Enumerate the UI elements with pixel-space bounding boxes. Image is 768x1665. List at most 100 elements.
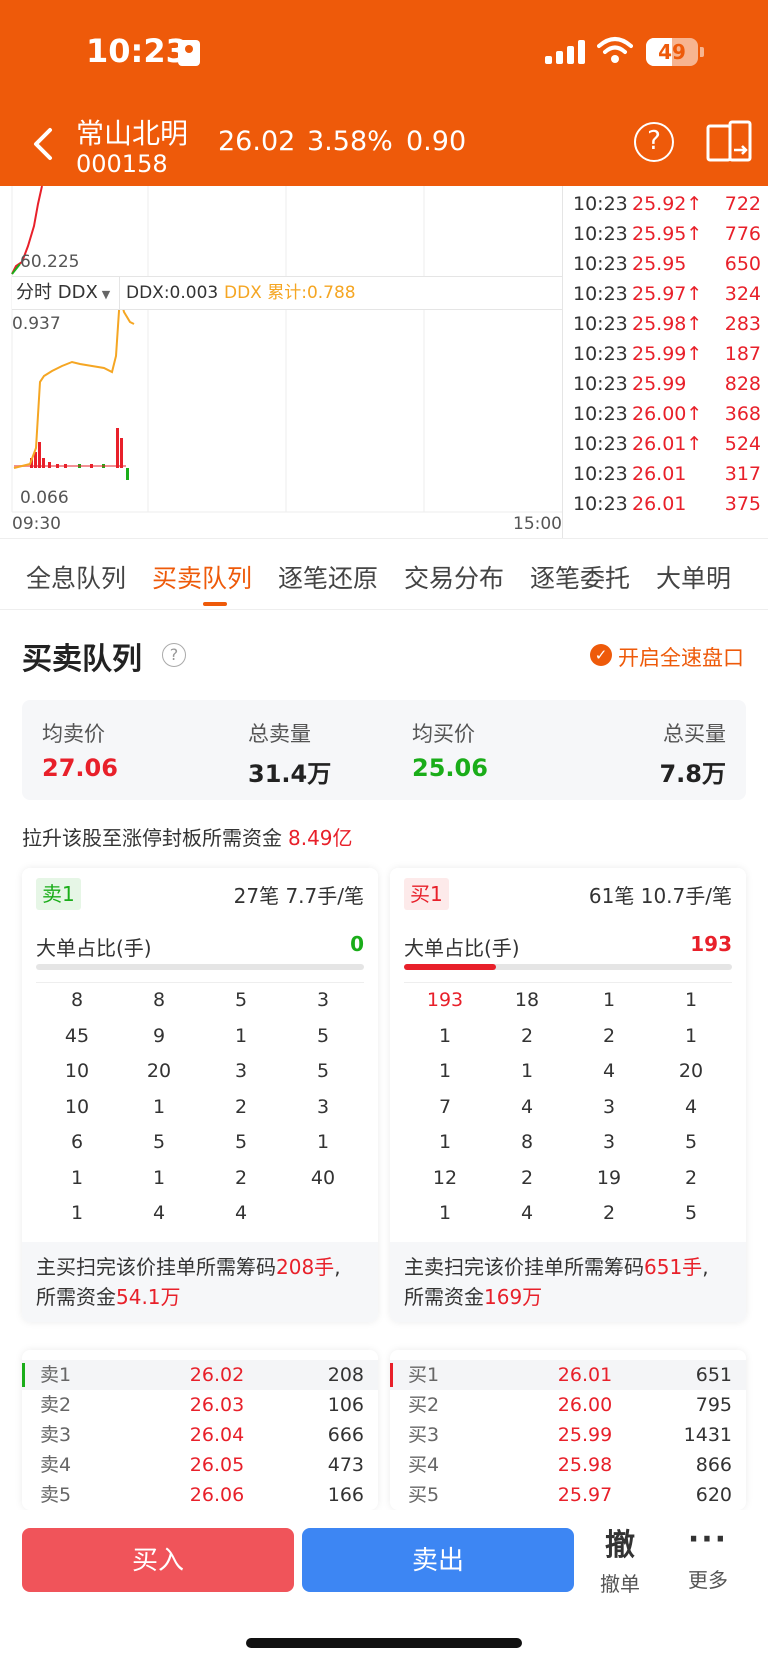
- buy1-footnote: 主卖扫完该价挂单所需筹码651手, 所需资金169万: [390, 1242, 746, 1322]
- tick-row: 10:23 26.01 317: [563, 458, 768, 490]
- sell-order-book[interactable]: 卖1 26.02 208 卖2 26.03 106 卖3 26.04 666 卖4 26.05 473…: [22, 1350, 378, 1510]
- grid-cell: 10: [64, 1060, 90, 1082]
- tab-1[interactable]: 全息队列: [26, 559, 126, 595]
- tab-2[interactable]: 买卖队列: [152, 559, 252, 595]
- order-book-row[interactable]: 卖2 26.03 106: [22, 1390, 378, 1420]
- tab-5[interactable]: 逐笔委托: [530, 559, 630, 595]
- tick-row: 10:23 25.99↑ 187: [563, 338, 768, 370]
- grid-row: 8 8 5 3: [36, 983, 364, 1019]
- grid-cell: 1: [70, 1202, 84, 1224]
- id-card-icon: [178, 40, 200, 66]
- order-book-row[interactable]: 卖4 26.05 473: [22, 1450, 378, 1480]
- grid-cell: 1: [234, 1024, 248, 1047]
- sell1-order-grid: 8 8 5 3 45 9 1 5 10 20 3 5 10 1 2 3 6 5 5 1 1 1 2 40 1 4 4: [36, 982, 364, 1232]
- grid-cell: 2: [234, 1166, 248, 1189]
- more-label: 更多: [688, 1568, 728, 1592]
- grid-row: 193 18 1 1: [404, 983, 732, 1019]
- tick-row: 10:23 26.01↑ 524: [563, 428, 768, 460]
- home-indicator: [246, 1638, 522, 1648]
- level-label: 买2: [408, 1394, 440, 1416]
- buy1-badge: 买1: [404, 878, 449, 910]
- tab-4[interactable]: 交易分布: [404, 559, 504, 595]
- grid-cell: 4: [152, 1202, 166, 1224]
- grid-cell: 1: [520, 1060, 534, 1082]
- cancel-order-label: 撤单: [600, 1572, 640, 1596]
- tick-row: 10:23 26.01 375: [563, 488, 768, 520]
- status-time: 10:23: [86, 32, 188, 70]
- buy1-order-grid: 193 18 1 1 1 2 2 1 1 1 4 20 7 4 3 4 1 8 3 5 12 2 19 2 1 4 2 5: [404, 982, 732, 1232]
- grid-cell: 5: [234, 989, 248, 1011]
- grid-cell: 1: [316, 1131, 330, 1153]
- queue-summary: 均卖价 27.06 总卖量 31.4万 均买价 25.06 总买量 7.8万: [22, 700, 746, 800]
- level-volume: 1431: [683, 1424, 732, 1446]
- status-bar: 10:23 49: [0, 0, 768, 104]
- level-label: 卖1: [40, 1364, 72, 1386]
- order-book-row[interactable]: 买1 26.01 651: [390, 1360, 746, 1390]
- active-tab-indicator: [203, 602, 227, 606]
- order-book-row[interactable]: 卖5 26.06 166: [22, 1480, 378, 1510]
- avg-sell-label: 均卖价: [42, 722, 105, 746]
- tick-list[interactable]: 10:23 25.92↑ 722 10:23 25.95↑ 776 10:23 25.95 65…: [562, 186, 768, 538]
- level-volume: 795: [695, 1394, 732, 1416]
- tick-price: 26.01↑: [632, 433, 703, 455]
- grid-cell: 2: [602, 1202, 616, 1224]
- level-volume: 866: [695, 1454, 732, 1476]
- help-icon[interactable]: ?: [634, 122, 674, 162]
- indicator-selector[interactable]: 分时 DDX ▼: [12, 277, 120, 309]
- tick-volume: 368: [724, 403, 761, 425]
- card-header: 买1 61笔 10.7手/笔: [390, 868, 746, 920]
- tick-time: 10:23: [573, 463, 628, 485]
- order-book-row[interactable]: 卖3 26.04 666: [22, 1420, 378, 1450]
- grid-cell: 4: [234, 1202, 248, 1224]
- grid-cell: 1: [684, 1024, 698, 1047]
- tick-volume: 650: [724, 253, 761, 275]
- grid-cell: 2: [234, 1095, 248, 1118]
- tab-6[interactable]: 大单明: [656, 559, 731, 595]
- order-book-row[interactable]: 买5 25.97 620: [390, 1480, 746, 1510]
- sell1-queue-card: 卖1 27笔 7.7手/笔 大单占比(手) 0 8 8 5 3 45 9 1 5 10 20 3 5 1…: [22, 868, 378, 1322]
- level-label: 卖4: [40, 1454, 72, 1476]
- grid-cell: 1: [70, 1166, 84, 1189]
- sell-button[interactable]: 卖出: [302, 1528, 574, 1592]
- order-book-row[interactable]: 买2 26.00 795: [390, 1390, 746, 1420]
- grid-cell: 4: [602, 1060, 616, 1082]
- tick-row: 10:23 25.98↑ 283: [563, 308, 768, 340]
- grid-cell: 1: [438, 1060, 452, 1082]
- big-order-ratio-label: 大单占比(手): [36, 936, 152, 960]
- level-price: 25.98: [557, 1454, 613, 1476]
- detail-tabs: 全息队列 买卖队列 逐笔还原 交易分布 逐笔委托 大单明: [0, 538, 768, 610]
- card-header: 卖1 27笔 7.7手/笔: [22, 868, 378, 920]
- order-book-row[interactable]: 卖1 26.02 208: [22, 1360, 378, 1390]
- grid-row: 6 5 5 1: [36, 1125, 364, 1161]
- tick-time: 10:23: [573, 433, 628, 455]
- level-marker: [22, 1363, 25, 1387]
- cancel-order-button[interactable]: 撤 撤单: [594, 1520, 646, 1597]
- limit-up-capital: 拉升该股至涨停封板所需资金 8.49亿: [22, 826, 353, 850]
- check-circle-icon[interactable]: ✓: [590, 644, 612, 666]
- tick-row: 10:23 25.97↑ 324: [563, 278, 768, 310]
- back-arrow-icon[interactable]: [26, 122, 66, 166]
- switch-layout-icon[interactable]: [706, 120, 752, 164]
- grid-cell: 5: [152, 1131, 166, 1153]
- buy-button[interactable]: 买入: [22, 1528, 294, 1592]
- grid-cell: 3: [316, 989, 330, 1011]
- price-axis-label: 60.225: [20, 252, 80, 272]
- tick-time: 10:23: [573, 313, 628, 335]
- tick-row: 10:23 25.95↑ 776: [563, 218, 768, 250]
- grid-row: 1835: [404, 1125, 732, 1161]
- tick-volume: 324: [724, 283, 761, 305]
- level-volume: 651: [695, 1364, 732, 1386]
- tab-3[interactable]: 逐笔还原: [278, 559, 378, 595]
- order-book-row[interactable]: 买4 25.98 866: [390, 1450, 746, 1480]
- grid-cell: 7: [438, 1095, 452, 1118]
- level-label: 买1: [408, 1364, 440, 1386]
- enable-fast-quote[interactable]: 开启全速盘口: [618, 642, 744, 672]
- help-icon[interactable]: ?: [162, 643, 186, 667]
- more-button[interactable]: ··· 更多: [682, 1520, 734, 1593]
- level-volume: 666: [327, 1424, 364, 1446]
- order-book-row[interactable]: 买3 25.99 1431: [390, 1420, 746, 1450]
- grid-cell: 5: [684, 1131, 698, 1153]
- total-buy-value: 7.8万: [659, 760, 726, 788]
- buy-order-book[interactable]: 买1 26.01 651 买2 26.00 795 买3 25.99 1431 买4 25.98 86…: [390, 1350, 746, 1510]
- stock-code: 000158: [76, 150, 168, 178]
